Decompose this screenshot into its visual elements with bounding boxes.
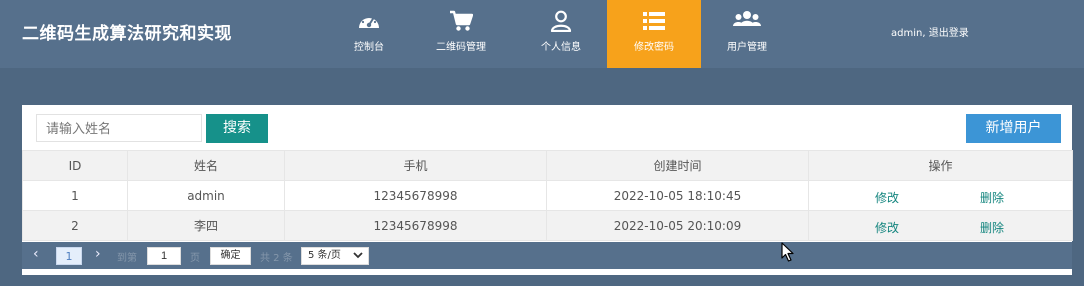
username: admin,: [891, 28, 926, 39]
page-size-value: 5 条/页: [308, 250, 341, 261]
user-table: ID 姓名 手机 创建时间 操作 1 admin 12345678998 202…: [22, 150, 1073, 241]
table-row: 1 admin 12345678998 2022-10-05 18:10:45 …: [22, 180, 1073, 211]
goto-confirm-button[interactable]: 确定: [210, 247, 251, 265]
column-header-phone: 手机: [284, 150, 547, 181]
nav-item-user-management[interactable]: 用户管理: [700, 0, 794, 68]
search-input[interactable]: [36, 114, 202, 142]
delete-link[interactable]: 删除: [980, 189, 1004, 206]
cell-name: 李四: [127, 210, 285, 241]
list-icon: [643, 12, 665, 30]
nav-label-personal-info: 个人信息: [541, 42, 581, 53]
previous-page-icon[interactable]: ‹: [33, 246, 39, 262]
cell-phone: 12345678998: [284, 180, 547, 211]
user-info: admin, 退出登录: [891, 24, 969, 39]
page-number-current[interactable]: 1: [56, 247, 82, 265]
nav-label-change-password: 修改密码: [634, 42, 674, 53]
logout-link[interactable]: 退出登录: [926, 28, 969, 39]
cell-actions: 修改 删除: [808, 180, 1073, 211]
column-header-actions: 操作: [808, 150, 1073, 181]
search-button[interactable]: 搜索: [206, 114, 268, 143]
cart-icon: [450, 10, 473, 31]
table-header-row: ID 姓名 手机 创建时间 操作: [22, 150, 1073, 181]
column-header-created: 创建时间: [546, 150, 809, 181]
cell-phone: 12345678998: [284, 210, 547, 241]
cell-actions: 修改 删除: [808, 210, 1073, 241]
add-user-button[interactable]: 新增用户: [966, 114, 1061, 143]
app-title: 二维码生成算法研究和实现: [22, 24, 232, 44]
page-unit-label: 页: [190, 253, 200, 264]
goto-label: 到第: [117, 253, 137, 264]
dashboard-icon: [359, 14, 379, 28]
edit-link[interactable]: 修改: [875, 219, 899, 236]
delete-link[interactable]: 删除: [980, 219, 1004, 236]
nav-item-qrcode-management[interactable]: 二维码管理: [414, 0, 508, 68]
users-icon: [733, 11, 761, 26]
nav-label-user-management: 用户管理: [727, 42, 767, 53]
column-header-name: 姓名: [127, 150, 285, 181]
page-size-select[interactable]: 5 条/页: [301, 247, 369, 265]
total-count: 共 2 条: [260, 253, 293, 264]
cell-created: 2022-10-05 20:10:09: [546, 210, 809, 241]
cell-name: admin: [127, 180, 285, 211]
top-navigation-bar: 二维码生成算法研究和实现 控制台 二维码管理 个人信息 修改密码 用户管理 ad…: [0, 0, 1084, 68]
nav-label-qrcode-management: 二维码管理: [436, 42, 486, 53]
mouse-cursor-icon: [781, 242, 794, 262]
cell-id: 2: [22, 210, 128, 241]
table-row: 2 李四 12345678998 2022-10-05 20:10:09 修改 …: [22, 210, 1073, 241]
next-page-icon[interactable]: ›: [95, 246, 101, 262]
column-header-id: ID: [22, 150, 128, 181]
cell-id: 1: [22, 180, 128, 211]
user-icon: [550, 10, 572, 32]
nav-label-dashboard: 控制台: [354, 42, 384, 53]
nav-item-dashboard[interactable]: 控制台: [322, 0, 416, 68]
nav-item-change-password[interactable]: 修改密码: [607, 0, 701, 68]
nav-item-personal-info[interactable]: 个人信息: [514, 0, 608, 68]
edit-link[interactable]: 修改: [875, 189, 899, 206]
pagination-bar: ‹ 1 › 到第 页 确定 共 2 条 5 条/页: [22, 242, 1072, 269]
goto-page-input[interactable]: [147, 247, 181, 265]
cell-created: 2022-10-05 18:10:45: [546, 180, 809, 211]
chevron-down-icon: [353, 252, 363, 259]
